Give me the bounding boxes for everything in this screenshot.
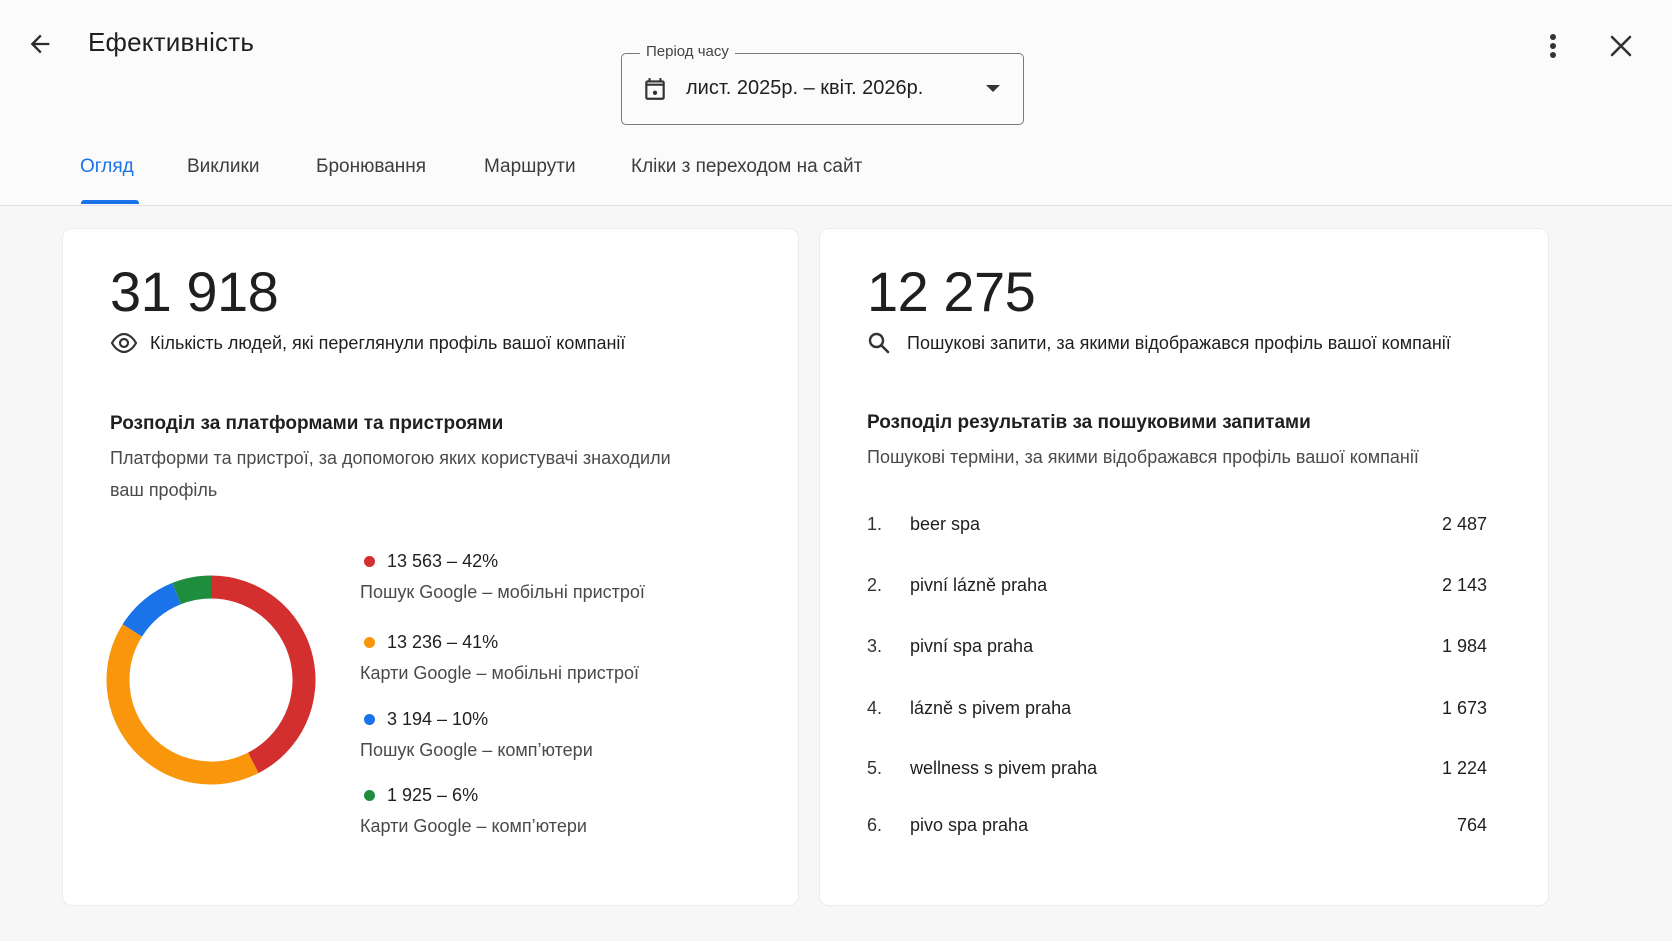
platform-section-subtitle: Платформи та пристрої, за допомогою яких… (110, 442, 671, 506)
legend-dot (364, 637, 375, 648)
list-item: 1. beer spa 2 487 (867, 509, 1487, 539)
legend-value-label: 1 925 – 6% (387, 785, 479, 805)
period-value: лист. 2025р. – квіт. 2026р. (686, 77, 924, 99)
header-bar: Ефективність Період часу лист. 2025р. – … (0, 0, 1672, 206)
back-button[interactable] (22, 26, 58, 62)
legend-name: Пошук Google – комп’ютери (360, 740, 593, 760)
query-term: beer spa (910, 513, 981, 534)
donut-slice (210, 575, 316, 774)
query-term: wellness s pivem praha (910, 757, 1098, 778)
more-vert-icon (1550, 34, 1556, 58)
period-select[interactable]: Період часу лист. 2025р. – квіт. 2026р. (621, 43, 1024, 125)
profile-views-number: 31 918 (110, 260, 279, 323)
query-rank: 1. (867, 513, 883, 534)
legend-name: Карти Google – мобільні пристрої (360, 663, 640, 683)
tab-overview[interactable]: Огляд (80, 156, 134, 178)
arrow-left-icon (30, 34, 50, 54)
platform-subtitle-line-1: Платформи та пристрої, за допомогою яких… (110, 448, 671, 468)
page-title: Ефективність (88, 27, 255, 57)
close-icon (1610, 35, 1632, 57)
search-queries-card: 12 275 Пошукові запити, за якими відобра… (819, 228, 1549, 906)
period-label: Період часу (640, 43, 735, 60)
list-item: 5. wellness s pivem praha 1 224 (867, 753, 1487, 783)
list-item: 3. pivní spa praha 1 984 (867, 631, 1487, 661)
queries-section-title: Розподіл результатів за пошуковими запит… (867, 412, 1311, 433)
legend-dot (364, 556, 375, 567)
profile-views-label: Кількість людей, які переглянули профіль… (150, 332, 626, 353)
legend-value-label: 13 563 – 42% (387, 551, 499, 571)
tab-bar: Огляд Виклики Бронювання Маршрути Кліки … (0, 148, 1672, 206)
query-rank: 5. (867, 757, 883, 778)
eye-icon (110, 333, 138, 353)
list-item: 6. pivo spa praha 764 (867, 810, 1487, 840)
query-count: 1 984 (1441, 635, 1487, 656)
tab-bookings[interactable]: Бронювання (316, 156, 426, 178)
donut-slice (106, 624, 259, 785)
query-term: lázně s pivem praha (910, 697, 1072, 718)
query-term: pivo spa praha (910, 814, 1029, 835)
query-count: 764 (1456, 814, 1487, 835)
queries-section-subtitle: Пошукові терміни, за якими відображався … (867, 447, 1419, 467)
legend-name: Карти Google – комп’ютери (360, 816, 587, 836)
query-rank: 4. (867, 697, 883, 718)
query-term: pivní lázně praha (910, 574, 1048, 595)
calendar-icon (645, 78, 665, 100)
legend-item: 3 194 – 10% Пошук Google – комп’ютери (360, 709, 593, 761)
legend-name: Пошук Google – мобільні пристрої (360, 582, 645, 602)
profile-views-metric: Кількість людей, які переглянули профіль… (110, 331, 625, 355)
search-queries-label: Пошукові запити, за якими відображався п… (907, 332, 1451, 353)
legend-item: 13 563 – 42% Пошук Google – мобільні при… (360, 551, 645, 603)
legend-value-label: 3 194 – 10% (387, 709, 489, 729)
query-rank: 3. (867, 635, 883, 656)
donut-slice (122, 582, 182, 637)
legend-dot (364, 790, 375, 801)
legend-item: 1 925 – 6% Карти Google – комп’ютери (360, 785, 587, 837)
chevron-down-icon (986, 85, 1000, 92)
search-queries-metric: Пошукові запити, за якими відображався п… (867, 331, 1451, 355)
legend-value-label: 13 236 – 41% (387, 632, 499, 652)
platform-subtitle-line-2: ваш профіль (110, 480, 218, 500)
profile-views-card: 31 918 Кількість людей, які переглянули … (62, 228, 799, 906)
tab-calls[interactable]: Виклики (187, 156, 259, 178)
donut-slice (172, 575, 212, 605)
list-item: 4. lázně s pivem praha 1 673 (867, 693, 1487, 723)
tab-website-clicks[interactable]: Кліки з переходом на сайт (631, 156, 862, 178)
query-count: 2 143 (1441, 574, 1487, 595)
close-button[interactable] (1601, 26, 1641, 66)
more-options-button[interactable] (1533, 26, 1573, 66)
platform-section-title: Розподіл за платформами та пристроями (110, 413, 504, 434)
query-count: 2 487 (1441, 513, 1487, 534)
legend-dot (364, 714, 375, 725)
tab-directions[interactable]: Маршрути (484, 156, 576, 178)
query-count: 1 673 (1441, 697, 1487, 718)
query-count: 1 224 (1441, 757, 1487, 778)
search-icon (868, 332, 890, 354)
list-item: 2. pivní lázně praha 2 143 (867, 570, 1487, 600)
legend-item: 13 236 – 41% Карти Google – мобільні при… (360, 632, 639, 684)
query-rank: 6. (867, 814, 883, 835)
active-tab-indicator (81, 200, 139, 204)
platform-donut-chart (106, 575, 316, 785)
query-term: pivní spa praha (910, 635, 1034, 656)
search-queries-number: 12 275 (867, 260, 1036, 323)
query-rank: 2. (867, 574, 883, 595)
